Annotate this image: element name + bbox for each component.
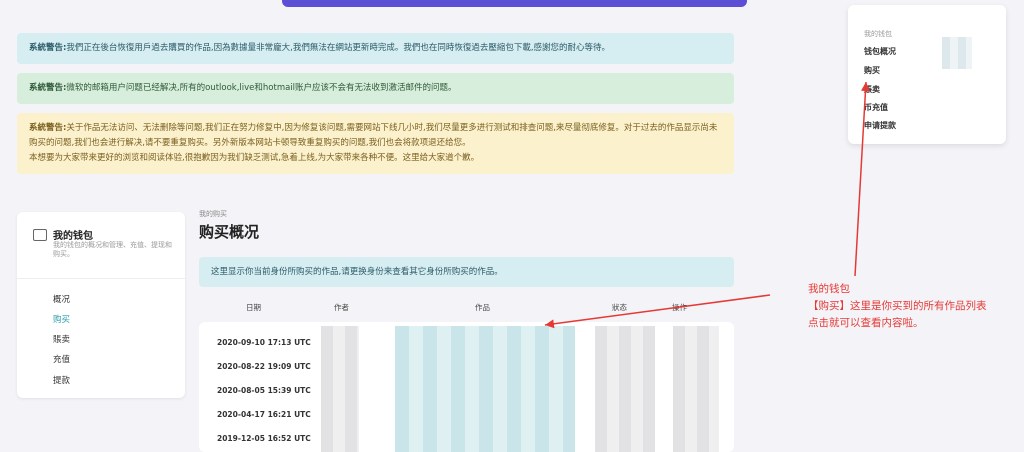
- arrow-to-table: [544, 294, 771, 329]
- annotation-line: 点击就可以查看内容啦。: [808, 317, 924, 329]
- annotation-note: 我的钱包 【购买】这里是你买到的所有作品列表 点击就可以查看内容啦。: [808, 281, 987, 332]
- annotation-arrows: [544, 81, 870, 329]
- annotation-line: 我的钱包: [808, 283, 850, 295]
- annotation-line: 【购买】这里是你买到的所有作品列表: [808, 300, 987, 312]
- arrow-to-menu: [854, 81, 870, 277]
